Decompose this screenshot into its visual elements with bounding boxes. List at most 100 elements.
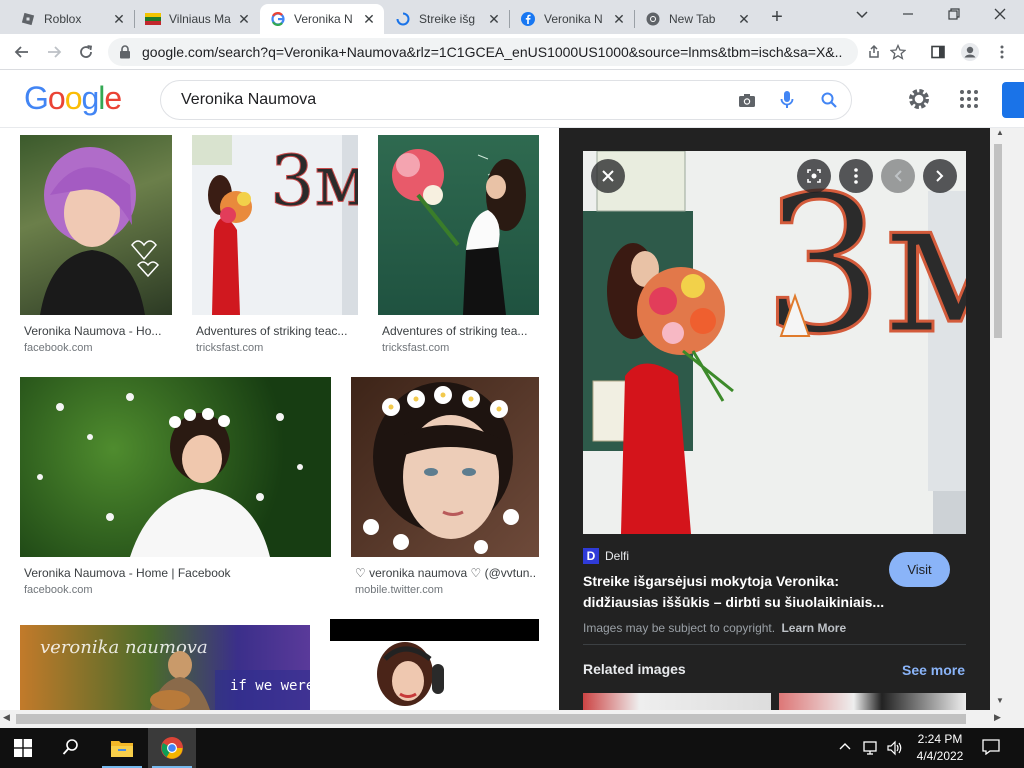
result-title[interactable]: Adventures of striking teac... [196, 324, 356, 338]
scroll-up-arrow[interactable]: ▲ [994, 128, 1006, 140]
copyright-notice: Images may be subject to copyright. Lear… [583, 621, 846, 635]
result-source[interactable]: facebook.com [24, 584, 92, 596]
search-box[interactable]: Veronika Naumova [160, 80, 852, 120]
divider [583, 644, 966, 645]
windows-start-icon[interactable] [14, 739, 34, 757]
previous-image-icon[interactable] [881, 159, 915, 193]
scroll-right-arrow[interactable]: ▶ [994, 712, 1001, 723]
tab-facebook[interactable]: Veronika N ✕ [510, 4, 634, 34]
preview-title-line1[interactable]: Streike išgarsėjusi mokytoja Veronika: [583, 573, 883, 589]
clock-date[interactable]: 4/4/2022 [912, 749, 968, 763]
tray-chevron-up-icon[interactable] [838, 740, 854, 756]
close-tab-icon[interactable]: ✕ [735, 10, 753, 28]
learn-more-link[interactable]: Learn More [781, 621, 846, 635]
reload-icon[interactable] [74, 40, 98, 64]
scroll-down-arrow[interactable]: ▼ [994, 696, 1006, 708]
scroll-thumb[interactable] [994, 144, 1002, 338]
logo-letter: e [104, 80, 122, 116]
facebook-icon [520, 11, 536, 27]
horizontal-scrollbar[interactable]: ◀ ▶ [0, 710, 1024, 728]
volume-icon[interactable] [886, 740, 904, 756]
copyright-text: Images may be subject to copyright. [583, 621, 776, 635]
result-source[interactable]: tricksfast.com [382, 342, 449, 354]
clock-time[interactable]: 2:24 PM [912, 732, 968, 746]
close-tab-icon[interactable]: ✕ [360, 10, 378, 28]
taskbar-search-icon[interactable] [62, 738, 82, 758]
result-title[interactable]: Adventures of striking tea... [382, 324, 538, 338]
google-header: Google Veronika Naumova [0, 70, 1024, 128]
apps-grid-icon[interactable] [958, 88, 982, 112]
lens-icon[interactable] [797, 159, 831, 193]
scroll-left-arrow[interactable]: ◀ [3, 712, 10, 723]
image-preview-panel: 3м D Delfi Streike išgarsėjusi mokytoja … [559, 128, 990, 710]
result-image-guitar-overlay[interactable]: veronika naumovaif we weren't afraid [20, 625, 310, 710]
address-bar[interactable]: google.com/search?q=Veronika+Naumova&rlz… [108, 38, 858, 66]
result-image-flower-crown-garden[interactable] [20, 377, 331, 557]
close-tab-icon[interactable]: ✕ [110, 10, 128, 28]
google-logo[interactable]: Google [24, 80, 122, 117]
bookmark-star-icon[interactable] [886, 40, 910, 64]
result-source[interactable]: facebook.com [24, 342, 92, 354]
search-input[interactable]: Veronika Naumova [181, 91, 727, 109]
result-title[interactable]: Veronika Naumova - Home | Facebook [24, 566, 324, 580]
vertical-scrollbar[interactable]: ▲ ▼ [990, 128, 1024, 710]
result-title[interactable]: Veronika Naumova - Ho... [24, 324, 172, 338]
visit-button[interactable]: Visit [889, 552, 950, 587]
tab-title: Veronika N [544, 12, 603, 26]
result-image-teacher-chalkboard[interactable] [378, 135, 539, 315]
roblox-icon [20, 11, 36, 27]
profile-avatar-icon[interactable] [958, 40, 982, 64]
url-text[interactable]: google.com/search?q=Veronika+Naumova&rlz… [142, 44, 842, 60]
camera-icon[interactable] [727, 92, 767, 108]
scroll-thumb[interactable] [16, 714, 966, 724]
new-tab-button[interactable]: + [766, 6, 788, 28]
tab-google-active[interactable]: Veronika N ✕ [260, 4, 384, 34]
tab-vilniaus[interactable]: Vilniaus Ma ✕ [135, 4, 259, 34]
result-source[interactable]: mobile.twitter.com [355, 584, 443, 596]
chrome-menu-icon[interactable] [990, 40, 1014, 64]
chrome-taskbar-icon[interactable] [148, 728, 196, 768]
restore-icon[interactable] [946, 6, 964, 24]
tab-search-icon[interactable] [854, 6, 872, 24]
tab-strip: Roblox ✕ Vilniaus Ma ✕ Veronika N ✕ Stre… [0, 0, 1024, 34]
lock-icon[interactable] [108, 45, 142, 59]
see-more-link[interactable]: See more [902, 662, 965, 678]
minimize-icon[interactable] [900, 6, 918, 24]
result-image-teacher-flowers[interactable]: 3м [192, 135, 358, 315]
forward-icon[interactable] [42, 40, 66, 64]
tab-streike[interactable]: Streike išg ✕ [385, 4, 509, 34]
tab-roblox[interactable]: Roblox ✕ [10, 4, 134, 34]
preview-image[interactable]: 3м [583, 151, 966, 534]
next-image-icon[interactable] [923, 159, 957, 193]
close-preview-icon[interactable] [591, 159, 625, 193]
related-image[interactable] [583, 693, 771, 710]
close-tab-icon[interactable]: ✕ [235, 10, 253, 28]
share-icon[interactable] [862, 40, 886, 64]
tab-title: New Tab [669, 12, 716, 26]
close-tab-icon[interactable]: ✕ [610, 10, 628, 28]
result-image-purple-hair[interactable] [20, 135, 172, 315]
network-icon[interactable] [862, 740, 880, 756]
preview-title-line2[interactable]: didžiausias iššūkis – dirbti su šiuolaik… [583, 594, 884, 610]
notifications-icon[interactable] [982, 739, 1002, 757]
site-favicon: D [583, 548, 599, 564]
more-options-icon[interactable] [839, 159, 873, 193]
side-panel-icon[interactable] [926, 40, 950, 64]
close-tab-icon[interactable]: ✕ [485, 10, 503, 28]
back-icon[interactable] [10, 40, 34, 64]
related-image[interactable] [779, 693, 966, 710]
result-image-flower-crown-closeup[interactable] [351, 377, 539, 557]
settings-gear-icon[interactable] [906, 86, 934, 114]
file-explorer-icon[interactable] [98, 728, 146, 768]
close-window-icon[interactable] [992, 6, 1010, 24]
site-name[interactable]: Delfi [605, 549, 629, 563]
browser-toolbar: google.com/search?q=Veronika+Naumova&rlz… [0, 34, 1024, 70]
search-icon[interactable] [807, 91, 851, 109]
sign-in-button-edge[interactable] [1002, 82, 1024, 118]
microphone-icon[interactable] [767, 90, 807, 110]
result-image-microphone-singer[interactable] [330, 619, 539, 710]
result-source[interactable]: tricksfast.com [196, 342, 263, 354]
tab-new-tab[interactable]: New Tab ✕ [635, 4, 759, 34]
result-title[interactable]: ♡ veronika naumova ♡ (@vvtun... [355, 566, 537, 580]
related-images-heading: Related images [583, 661, 686, 677]
